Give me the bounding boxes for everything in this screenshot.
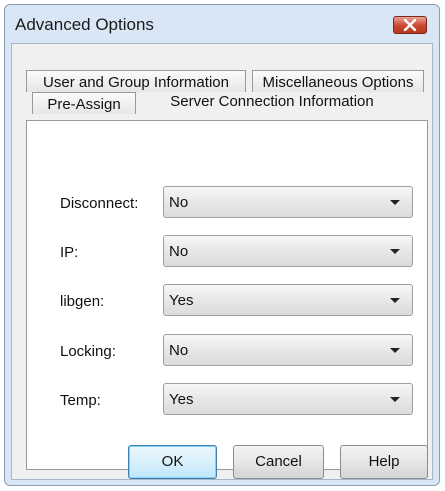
- temp-select[interactable]: Yes: [163, 383, 413, 415]
- chevron-down-icon: [390, 397, 400, 402]
- temp-value: Yes: [169, 391, 194, 408]
- chevron-down-icon: [390, 348, 400, 353]
- disconnect-value: No: [169, 194, 189, 211]
- tab-pre-assign[interactable]: Pre-Assign: [32, 92, 136, 114]
- locking-label: Locking:: [60, 343, 116, 360]
- disconnect-label: Disconnect:: [60, 195, 139, 212]
- libgen-value: Yes: [169, 292, 194, 309]
- tab-panel-server-connection: Disconnect: No IP: No libgen: Yes Lockin…: [26, 120, 428, 470]
- tab-label: Server Connection Information: [170, 93, 374, 110]
- temp-label: Temp:: [60, 392, 101, 409]
- chevron-down-icon: [390, 200, 400, 205]
- window-title: Advanced Options: [15, 15, 154, 34]
- ip-select[interactable]: No: [163, 235, 413, 267]
- advanced-options-dialog: Advanced Options User and Group Informat…: [4, 4, 440, 486]
- chevron-down-icon: [390, 249, 400, 254]
- close-button[interactable]: [393, 16, 427, 34]
- close-icon: [403, 19, 417, 31]
- title-bar[interactable]: Advanced Options: [5, 5, 439, 43]
- libgen-select[interactable]: Yes: [163, 284, 413, 316]
- ok-button[interactable]: OK: [128, 445, 217, 479]
- cancel-button[interactable]: Cancel: [233, 445, 324, 479]
- chevron-down-icon: [390, 298, 400, 303]
- libgen-label: libgen:: [60, 293, 105, 310]
- tab-server-connection-information[interactable]: Server Connection Information: [136, 84, 408, 121]
- tab-label: Pre-Assign: [47, 96, 121, 113]
- help-button[interactable]: Help: [340, 445, 428, 479]
- disconnect-select[interactable]: No: [163, 186, 413, 218]
- ip-value: No: [169, 243, 189, 260]
- dialog-body: User and Group Information Miscellaneous…: [11, 43, 433, 480]
- ip-label: IP:: [60, 244, 79, 261]
- locking-value: No: [169, 342, 189, 359]
- locking-select[interactable]: No: [163, 334, 413, 366]
